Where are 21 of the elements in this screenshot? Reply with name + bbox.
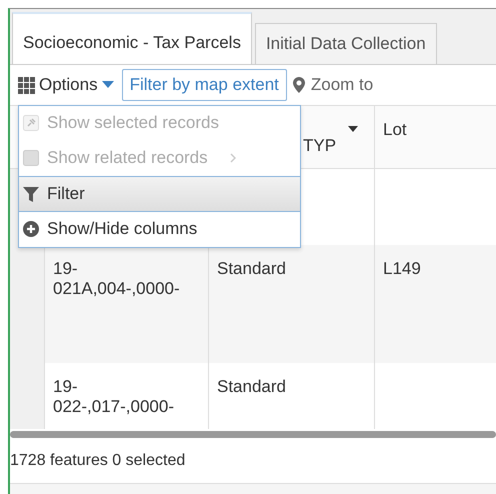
filter-icon (23, 186, 39, 202)
menu-item[interactable]: Show/Hide columns (19, 212, 300, 247)
horizontal-scrollbar[interactable] (10, 431, 496, 438)
options-button[interactable]: Options (16, 73, 116, 97)
column-header[interactable]: Lot (375, 106, 496, 168)
row-selector[interactable] (10, 245, 45, 363)
pin-icon (23, 115, 39, 131)
checkbox-icon (23, 150, 39, 166)
zoom-to-button[interactable]: Zoom to (292, 75, 374, 95)
layer-tab[interactable]: Initial Data Collection (254, 23, 437, 64)
layer-tab[interactable]: Socioeconomic - Tax Parcels (12, 12, 252, 64)
table-cell: Standard (209, 363, 375, 429)
filter-by-extent-button[interactable]: Filter by map extent (122, 69, 287, 101)
map-pin-icon (292, 77, 305, 93)
plus-circle-icon (23, 221, 39, 237)
grid-icon (18, 76, 35, 94)
table-cell: 19- 022-,017-,0000- (45, 363, 209, 429)
sort-caret-icon (348, 126, 358, 132)
caret-icon (102, 81, 114, 89)
menu-item[interactable]: Filter (19, 176, 300, 212)
row-selector[interactable] (10, 363, 45, 429)
